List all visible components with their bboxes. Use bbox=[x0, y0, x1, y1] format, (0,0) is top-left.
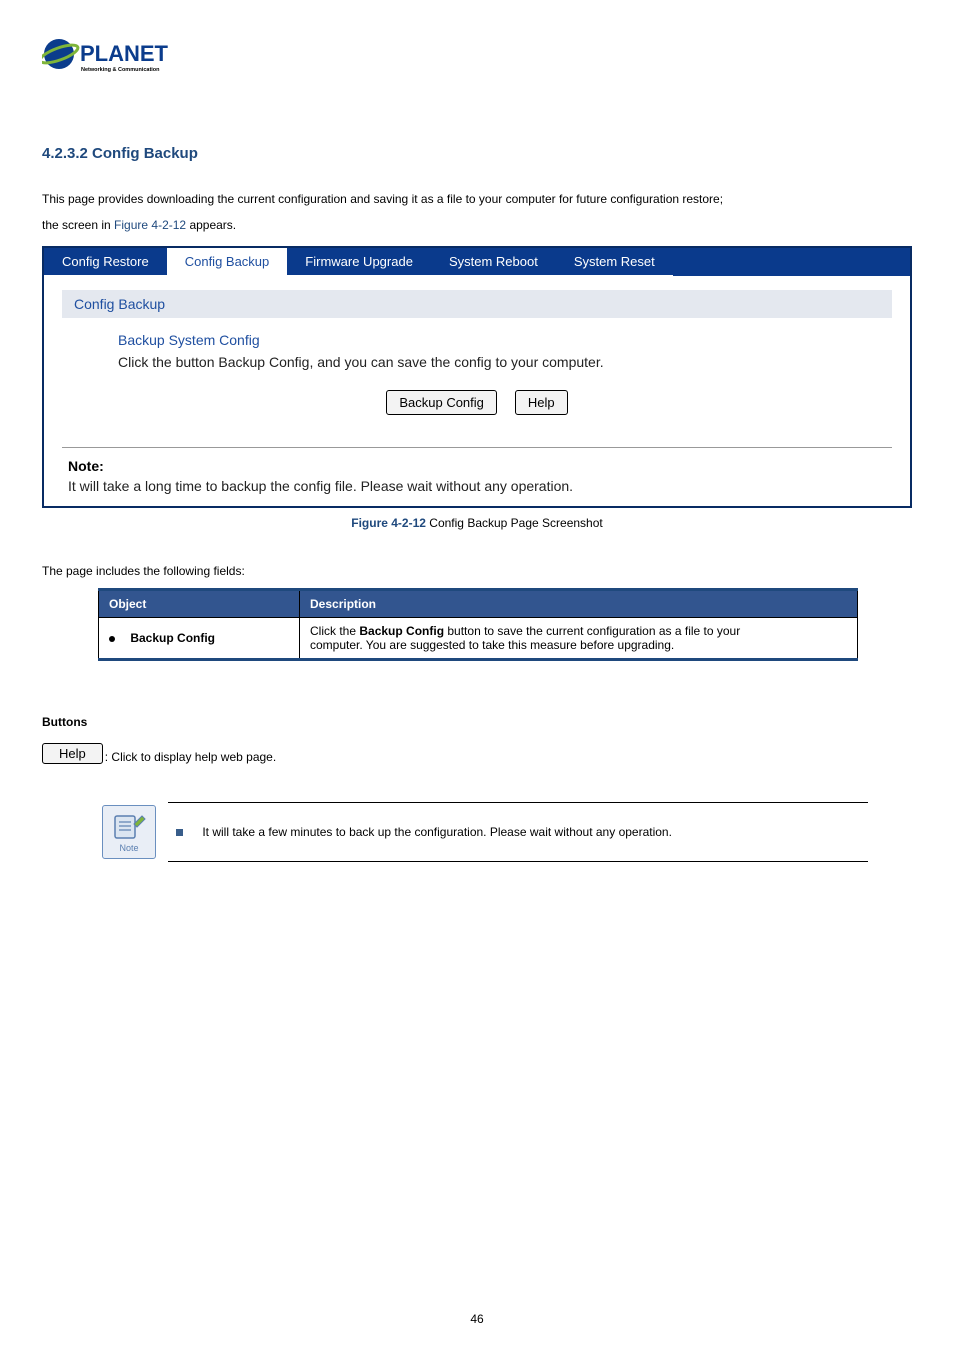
figure-caption-text: Config Backup Page Screenshot bbox=[429, 516, 602, 530]
panel-subheading: Config Backup bbox=[62, 290, 892, 318]
tab-system-reboot[interactable]: System Reboot bbox=[431, 248, 556, 276]
tabs-row: Config Restore Config Backup Firmware Up… bbox=[44, 248, 910, 276]
square-bullet-icon bbox=[176, 829, 183, 836]
desc-cont: computer. You are suggested to take this… bbox=[310, 638, 674, 652]
col-object-header: Object bbox=[99, 590, 300, 618]
description-cell: Click the Backup Config button to save t… bbox=[300, 618, 858, 660]
figure-reference-link[interactable]: Figure 4-2-12 bbox=[114, 218, 186, 232]
buttons-heading: Buttons bbox=[42, 715, 912, 729]
panel-note: Note: It will take a long time to backup… bbox=[62, 447, 892, 494]
tab-firmware-upgrade[interactable]: Firmware Upgrade bbox=[287, 248, 431, 276]
desc-mid: button to save the current configuration… bbox=[447, 624, 740, 638]
panel-note-title: Note: bbox=[68, 458, 886, 474]
intro-line1: This page provides downloading the curre… bbox=[42, 192, 723, 206]
planet-logo-icon: PLANET Networking & Communication bbox=[42, 30, 212, 82]
help-button-sample[interactable]: Help bbox=[42, 743, 103, 764]
desc-button-name: Backup Config bbox=[359, 624, 444, 638]
note-callout: Note It will take a few minutes to back … bbox=[98, 802, 868, 862]
desc-pre: Click the bbox=[310, 624, 359, 638]
col-description-header: Description bbox=[300, 590, 858, 618]
intro-line2-pre: the screen in bbox=[42, 218, 114, 232]
help-button-explainer: Help : Click to display help web page. bbox=[42, 743, 912, 764]
panel-title: Backup System Config bbox=[62, 332, 892, 348]
table-row: Backup Config Click the Backup Config bu… bbox=[99, 618, 858, 660]
section-heading: 4.2.3.2 Config Backup bbox=[42, 145, 912, 162]
object-cell: Backup Config bbox=[99, 618, 300, 660]
tabs-fill bbox=[673, 248, 910, 276]
fields-intro: The page includes the following fields: bbox=[42, 564, 912, 578]
panel-description: Click the button Backup Config, and you … bbox=[62, 354, 892, 370]
note-icon: Note bbox=[102, 805, 156, 859]
notepad-pencil-icon bbox=[112, 812, 146, 842]
page-number: 46 bbox=[0, 1312, 954, 1326]
config-backup-screenshot: Config Restore Config Backup Firmware Up… bbox=[42, 246, 912, 508]
fields-table: Object Description Backup Config Click t… bbox=[98, 588, 858, 661]
tab-system-reset[interactable]: System Reset bbox=[556, 248, 673, 276]
logo-brand-text: PLANET bbox=[80, 41, 169, 66]
tab-config-restore[interactable]: Config Restore bbox=[44, 248, 167, 276]
help-button-desc: : Click to display help web page. bbox=[105, 750, 276, 764]
brand-logo: PLANET Networking & Communication bbox=[42, 30, 912, 85]
note-icon-label: Note bbox=[119, 843, 138, 853]
note-callout-text: It will take a few minutes to back up th… bbox=[202, 825, 672, 839]
object-name: Backup Config bbox=[130, 631, 215, 645]
figure-number: Figure 4-2-12 bbox=[351, 516, 426, 530]
intro-line2-post: appears. bbox=[189, 218, 236, 232]
help-button[interactable]: Help bbox=[515, 390, 568, 415]
logo-sub-text: Networking & Communication bbox=[81, 67, 160, 73]
tab-config-backup[interactable]: Config Backup bbox=[167, 248, 288, 276]
panel-note-text: It will take a long time to backup the c… bbox=[68, 478, 886, 494]
figure-caption: Figure 4-2-12 Config Backup Page Screens… bbox=[42, 516, 912, 530]
backup-config-button[interactable]: Backup Config bbox=[386, 390, 497, 415]
bullet-icon bbox=[109, 636, 115, 642]
intro-paragraph: This page provides downloading the curre… bbox=[42, 186, 912, 238]
